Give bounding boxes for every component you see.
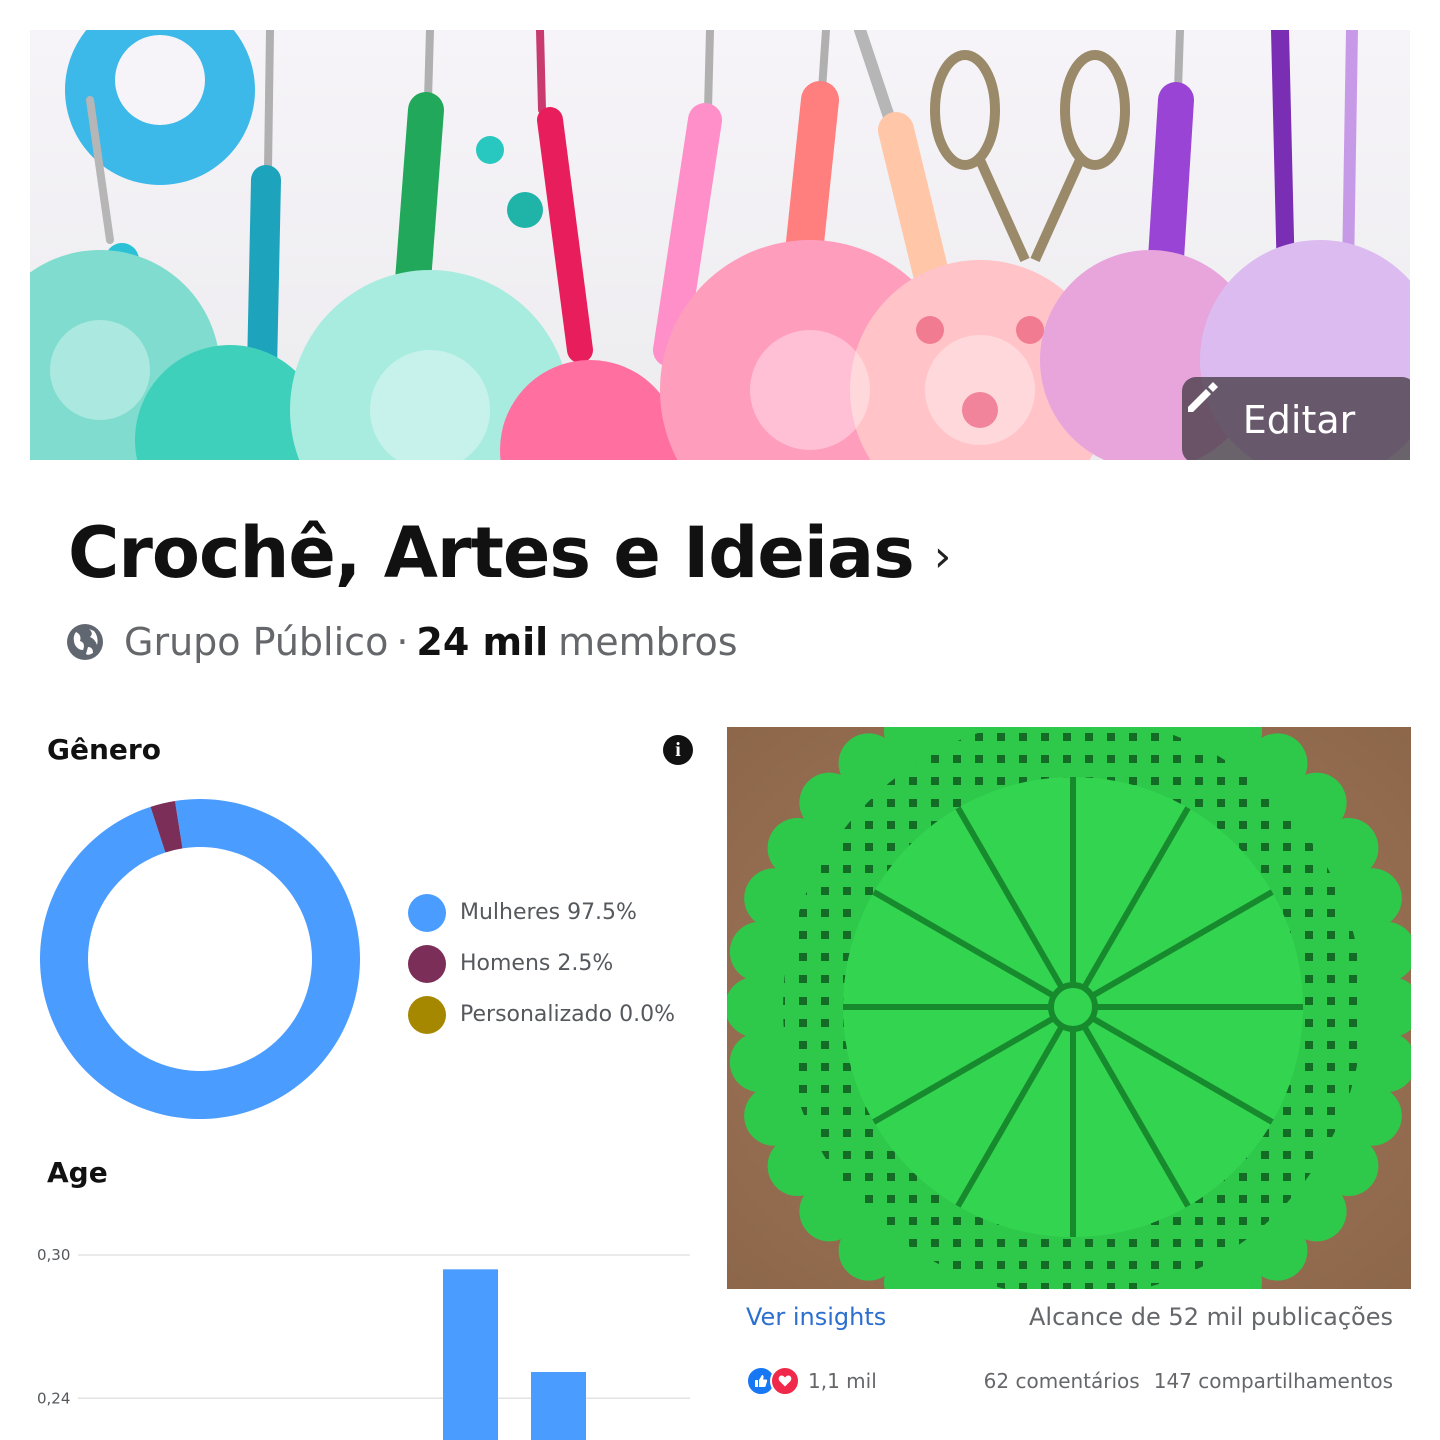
age-title: Age [47, 1156, 108, 1189]
age-tick-label: 0,24 [37, 1389, 70, 1407]
gender-title: Gênero [47, 733, 161, 766]
legend-label-women: Mulheres 97.5% [460, 900, 637, 925]
post-reach: Alcance de 52 mil publicações [1029, 1303, 1393, 1331]
legend-item-men: Homens 2.5% [408, 938, 675, 989]
reactions-summary[interactable]: 1,1 mil [746, 1366, 877, 1396]
gender-legend: Mulheres 97.5% Homens 2.5% Personalizado… [408, 887, 675, 1040]
age-bar [443, 1269, 498, 1440]
legend-label-custom: Personalizado 0.0% [460, 1002, 675, 1027]
legend-dot-custom [408, 995, 446, 1034]
legend-dot-women [408, 893, 446, 932]
edit-cover-button[interactable]: Editar [1182, 377, 1410, 460]
globe-icon [67, 624, 103, 660]
edit-cover-label: Editar [1242, 398, 1356, 442]
comments-count[interactable]: 62 comentários [984, 1369, 1140, 1393]
meta-separator: · [396, 620, 409, 664]
post-photo[interactable] [727, 727, 1411, 1289]
chevron-right-icon[interactable]: › [934, 531, 952, 582]
legend-label-men: Homens 2.5% [460, 951, 614, 976]
reaction-count: 1,1 mil [808, 1369, 877, 1393]
gender-donut-chart [40, 799, 361, 1119]
legend-item-custom: Personalizado 0.0% [408, 989, 675, 1040]
green-doily-image [727, 727, 1411, 1289]
age-bar [531, 1371, 586, 1440]
member-count: 24 mil [416, 620, 549, 664]
post-stats: 62 comentários 147 compartilhamentos [984, 1369, 1393, 1393]
group-title-row[interactable]: Crochê, Artes e Ideias › [68, 512, 951, 594]
group-meta: Grupo Público · 24 mil membros [66, 620, 738, 664]
cover-photo: Editar [30, 30, 1410, 460]
privacy-label: Grupo Público [124, 620, 389, 664]
info-icon[interactable]: i [663, 735, 693, 765]
age-tick-label: 0,30 [37, 1246, 70, 1264]
legend-dot-men [408, 944, 446, 983]
age-bar-chart: 0,30 0,24 [37, 1246, 690, 1440]
group-title[interactable]: Crochê, Artes e Ideias [68, 512, 915, 594]
love-icon [770, 1366, 800, 1396]
donut-slice-women [40, 799, 361, 1119]
pencil-icon [1188, 382, 1218, 412]
shares-count[interactable]: 147 compartilhamentos [1154, 1369, 1393, 1393]
member-word: membros [558, 620, 738, 664]
see-insights-link[interactable]: Ver insights [746, 1303, 886, 1331]
legend-item-women: Mulheres 97.5% [408, 887, 675, 938]
